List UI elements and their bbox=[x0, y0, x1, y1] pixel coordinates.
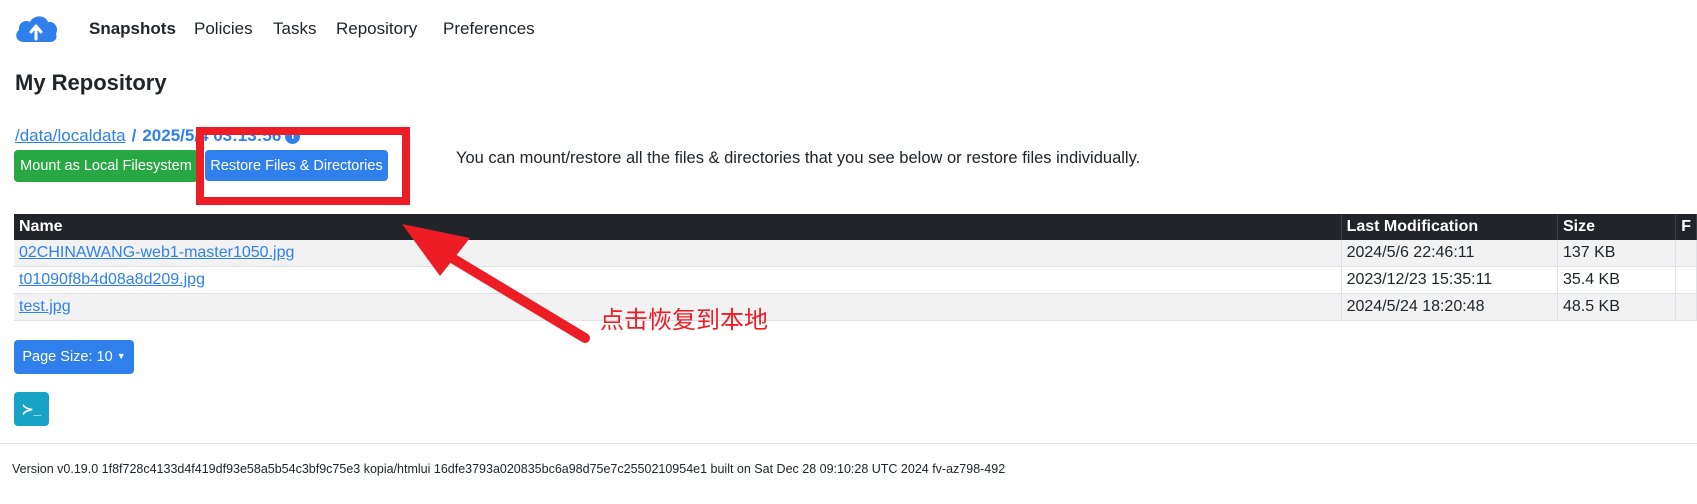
page-size-dropdown[interactable]: Page Size: 10 ▼ bbox=[14, 340, 134, 374]
breadcrumb-separator: / bbox=[131, 126, 137, 145]
page-size-label: Page Size: 10 bbox=[22, 349, 113, 365]
mount-filesystem-button[interactable]: Mount as Local Filesystem bbox=[14, 150, 198, 182]
column-header-last-modification[interactable]: Last Modification bbox=[1341, 214, 1558, 240]
file-extra-cell bbox=[1675, 266, 1697, 294]
file-name-cell: 02CHINAWANG-web1-master1050.jpg bbox=[14, 240, 1342, 267]
table-row: t01090f8b4d08a8d209.jpg 2023/12/23 15:35… bbox=[14, 266, 1697, 294]
cloud-upload-icon[interactable] bbox=[12, 12, 60, 44]
caret-down-icon: ▼ bbox=[116, 351, 126, 361]
nav-snapshots[interactable]: Snapshots bbox=[89, 19, 176, 39]
file-name-cell: t01090f8b4d08a8d209.jpg bbox=[14, 266, 1342, 294]
terminal-icon[interactable]: ≻_ bbox=[14, 392, 49, 426]
nav-repository[interactable]: Repository bbox=[336, 19, 417, 39]
footer-divider bbox=[0, 443, 1697, 444]
nav-tasks[interactable]: Tasks bbox=[273, 19, 316, 39]
breadcrumb: /data/localdata / 2025/5/4 03:13:56 i bbox=[15, 126, 301, 146]
breadcrumb-path-link[interactable]: /data/localdata bbox=[15, 126, 126, 145]
version-footer: Version v0.19.0 1f8f728c4133d4f419df93e5… bbox=[12, 462, 1006, 476]
file-link[interactable]: t01090f8b4d08a8d209.jpg bbox=[19, 271, 205, 288]
table-header-row: Name Last Modification Size F bbox=[14, 214, 1697, 240]
file-size-cell: 35.4 KB bbox=[1557, 266, 1677, 294]
file-link[interactable]: test.jpg bbox=[19, 298, 71, 315]
annotation-text: 点击恢复到本地 bbox=[600, 306, 768, 334]
column-header-size[interactable]: Size bbox=[1557, 214, 1677, 240]
file-modified-cell: 2024/5/6 22:46:11 bbox=[1341, 240, 1558, 267]
nav-preferences[interactable]: Preferences bbox=[443, 19, 535, 39]
file-extra-cell bbox=[1675, 293, 1697, 321]
restore-files-button[interactable]: Restore Files & Directories bbox=[205, 150, 388, 181]
page-title: My Repository bbox=[15, 70, 167, 95]
breadcrumb-current: 2025/5/4 03:13:56 bbox=[142, 126, 282, 145]
table-row: 02CHINAWANG-web1-master1050.jpg 2024/5/6… bbox=[14, 240, 1697, 267]
info-icon[interactable]: i bbox=[285, 129, 301, 144]
top-navbar: Snapshots Policies Tasks Repository Pref… bbox=[0, 0, 1697, 60]
column-header-truncated[interactable]: F bbox=[1675, 214, 1697, 240]
table-row: test.jpg 2024/5/24 18:20:48 48.5 KB bbox=[14, 293, 1697, 321]
file-extra-cell bbox=[1675, 240, 1697, 267]
nav-policies[interactable]: Policies bbox=[194, 19, 253, 39]
mount-restore-hint: You can mount/restore all the files & di… bbox=[456, 149, 1141, 167]
file-modified-cell: 2024/5/24 18:20:48 bbox=[1341, 293, 1558, 321]
file-link[interactable]: 02CHINAWANG-web1-master1050.jpg bbox=[19, 244, 294, 261]
files-table: Name Last Modification Size F 02CHINAWAN… bbox=[14, 214, 1697, 321]
file-size-cell: 137 KB bbox=[1557, 240, 1677, 267]
file-modified-cell: 2023/12/23 15:35:11 bbox=[1341, 266, 1558, 294]
file-size-cell: 48.5 KB bbox=[1557, 293, 1677, 321]
column-header-name[interactable]: Name bbox=[14, 214, 1342, 240]
